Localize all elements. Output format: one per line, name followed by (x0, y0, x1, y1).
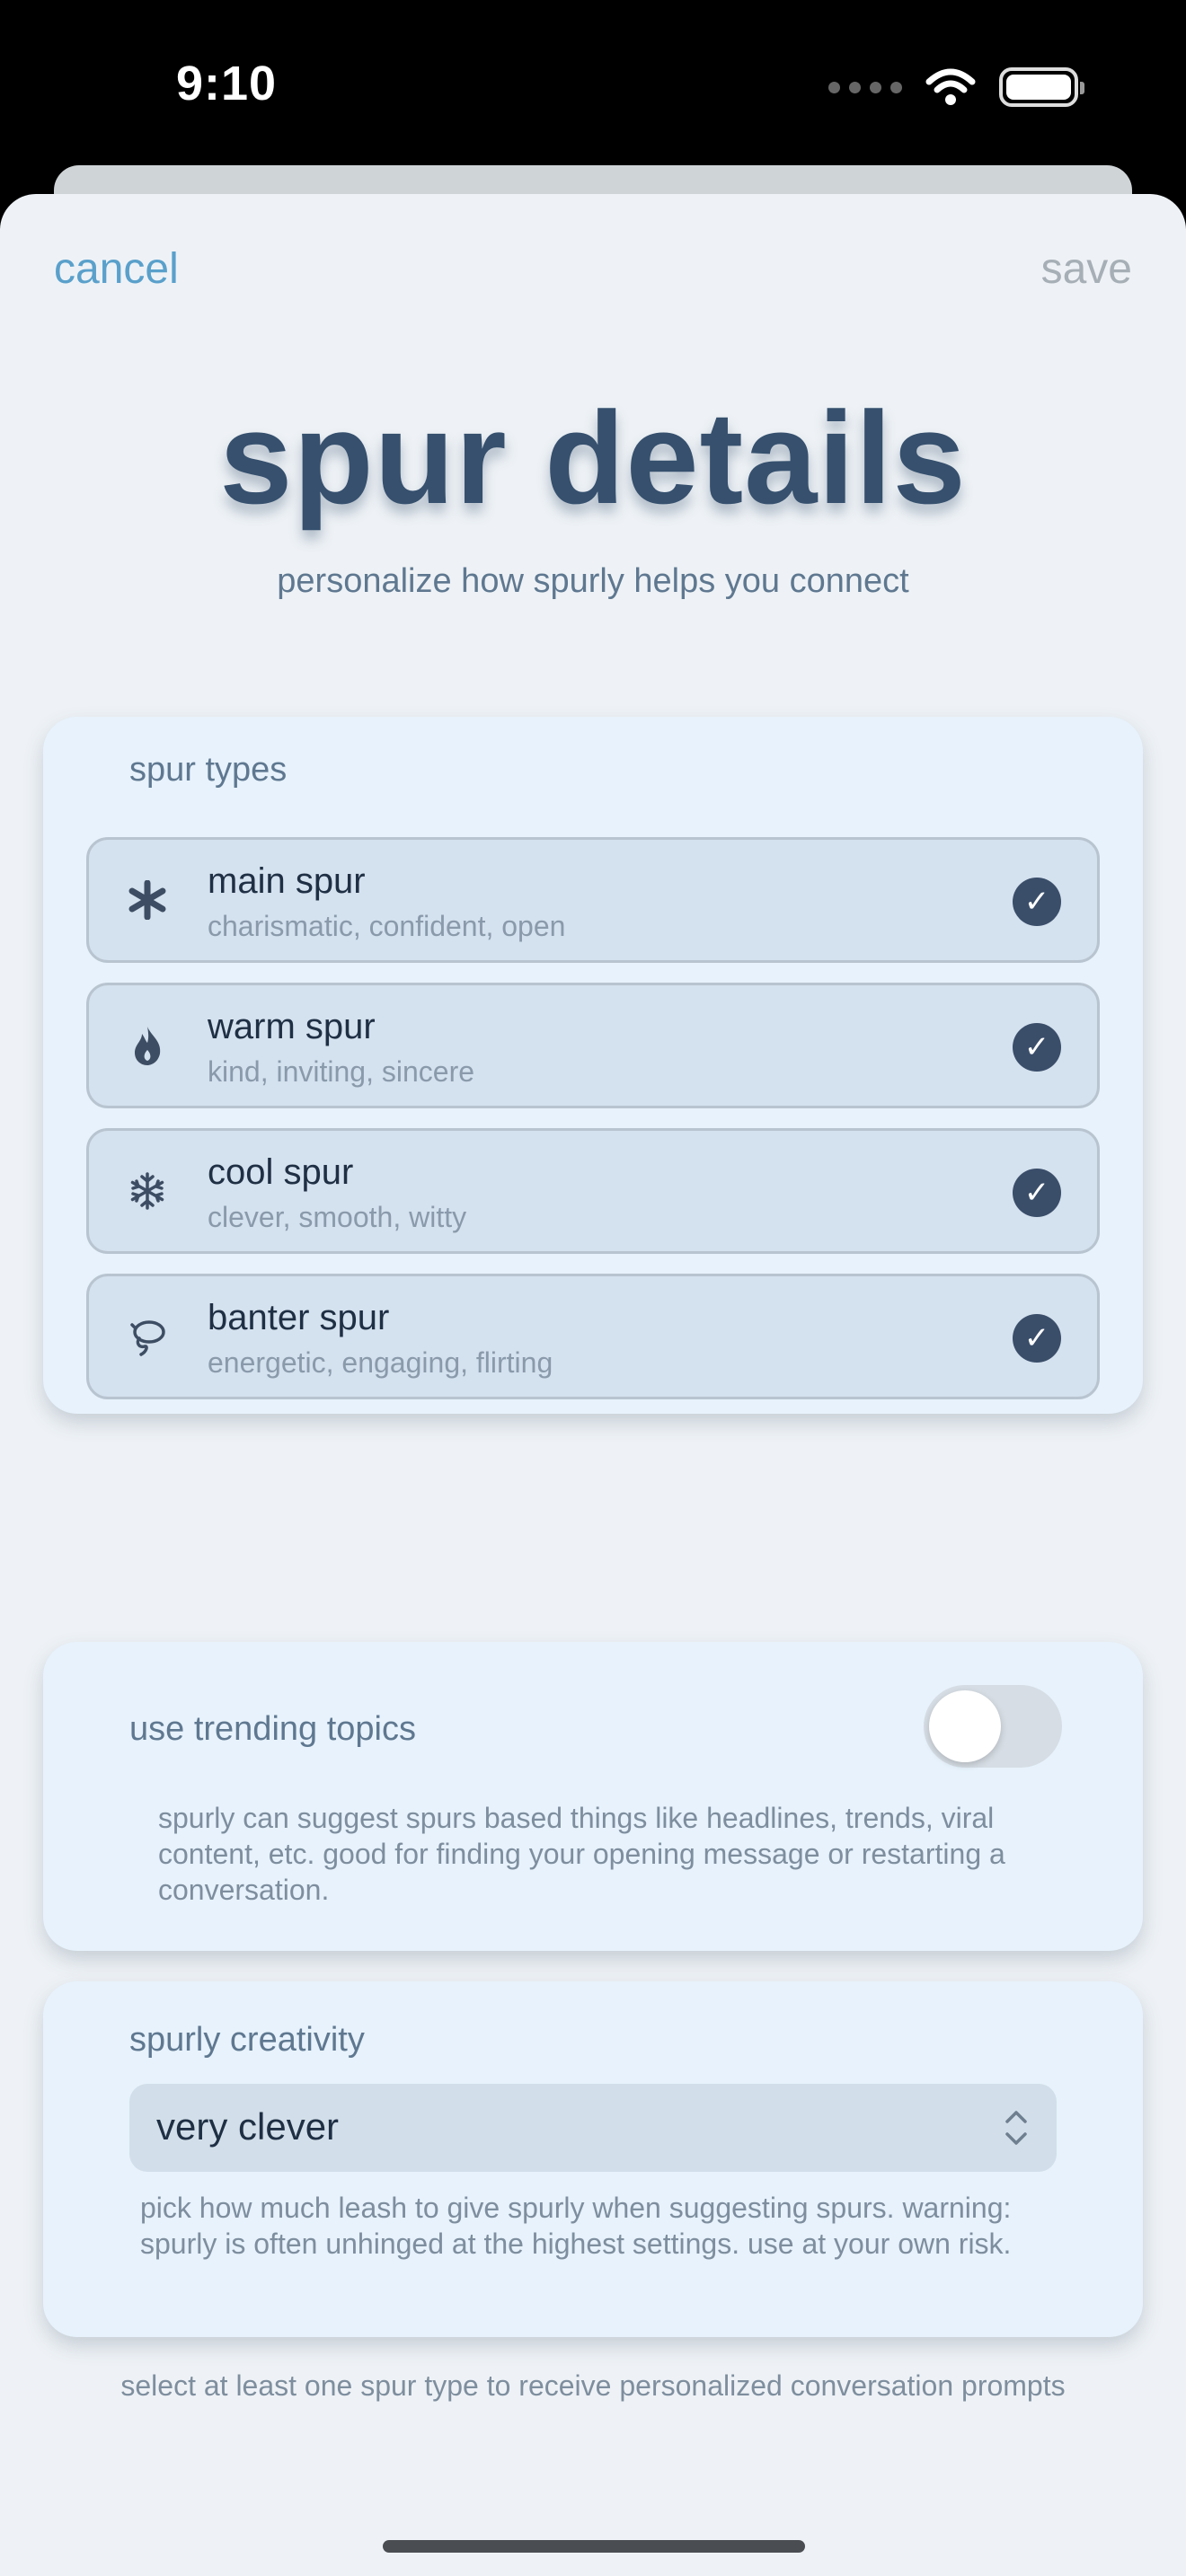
checkmark-icon[interactable]: ✓ (1013, 1169, 1061, 1217)
status-icons (828, 65, 1084, 110)
checkmark-icon[interactable]: ✓ (1013, 878, 1061, 926)
spur-type-description: charismatic, confident, open (208, 910, 566, 942)
creativity-selected-value: very clever (156, 2105, 340, 2148)
status-bar: 9:10 (0, 0, 1186, 171)
spur-type-name: cool spur (208, 1152, 354, 1192)
lasso-icon (121, 1310, 173, 1363)
flame-icon (121, 1019, 173, 1072)
cellular-icon (828, 81, 902, 93)
spur-type-main[interactable]: main spur charismatic, confident, open ✓ (86, 837, 1100, 963)
spur-type-banter[interactable]: banter spur energetic, engaging, flirtin… (86, 1274, 1100, 1399)
creativity-select[interactable]: very clever (129, 2084, 1057, 2172)
trending-toggle[interactable] (924, 1685, 1062, 1768)
save-button[interactable]: save (1041, 244, 1132, 294)
toggle-knob (929, 1690, 1001, 1762)
spur-types-label: spur types (129, 751, 288, 789)
chevron-up-down-icon (1005, 2111, 1027, 2145)
battery-icon (999, 67, 1084, 107)
spur-type-name: warm spur (208, 1007, 376, 1046)
footer-note: select at least one spur type to receive… (120, 2369, 1066, 2402)
spur-details-sheet: cancel save spur details personalize how… (0, 194, 1186, 2576)
snowflake-icon (121, 1165, 173, 1217)
trending-label: use trending topics (129, 1710, 416, 1748)
status-time: 9:10 (176, 57, 278, 110)
spur-type-description: kind, inviting, sincere (208, 1055, 475, 1088)
spur-type-name: banter spur (208, 1298, 390, 1337)
wifi-icon (925, 68, 976, 105)
page-title: spur details (219, 384, 967, 531)
spur-type-description: clever, smooth, witty (208, 1201, 467, 1233)
spur-types-card: spur types main spur charismatic, confid… (43, 717, 1143, 1414)
spur-type-warm[interactable]: warm spur kind, inviting, sincere ✓ (86, 983, 1100, 1108)
spur-type-cool[interactable]: cool spur clever, smooth, witty ✓ (86, 1128, 1100, 1254)
checkmark-icon[interactable]: ✓ (1013, 1023, 1061, 1072)
trending-description: spurly can suggest spurs based things li… (158, 1802, 1005, 1906)
creativity-description: pick how much leash to give spurly when … (140, 2192, 1012, 2260)
asterisk-icon (121, 874, 173, 926)
creativity-card: spurly creativity very clever pick how m… (43, 1981, 1143, 2337)
spur-type-name: main spur (208, 861, 366, 901)
creativity-label: spurly creativity (129, 2021, 365, 2059)
home-indicator (383, 2540, 805, 2553)
spur-type-description: energetic, engaging, flirting (208, 1346, 553, 1379)
page-subtitle: personalize how spurly helps you connect (277, 562, 909, 600)
checkmark-icon[interactable]: ✓ (1013, 1314, 1061, 1363)
cancel-button[interactable]: cancel (54, 244, 179, 294)
trending-topics-card: use trending topics spurly can suggest s… (43, 1642, 1143, 1951)
